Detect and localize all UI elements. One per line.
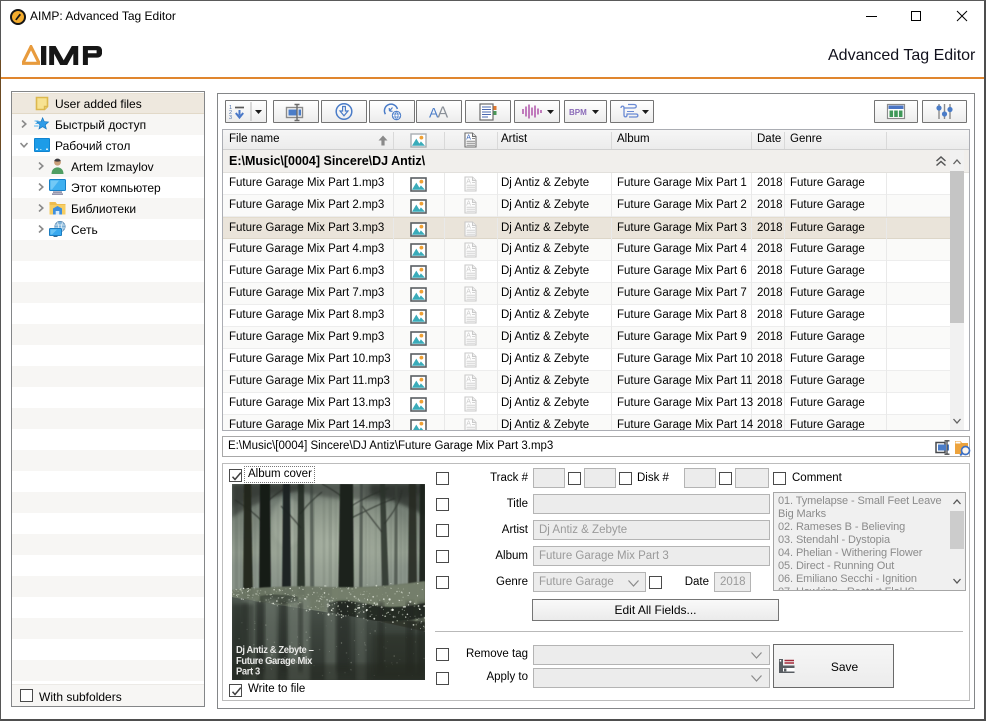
svg-text:3: 3 xyxy=(229,115,232,121)
svg-text:Future Garage Mix: Future Garage Mix xyxy=(236,656,313,667)
svg-text:BPM: BPM xyxy=(569,108,587,117)
svg-text:Dj Antiz & Zebyte –: Dj Antiz & Zebyte – xyxy=(236,645,314,656)
svg-text:Part 3: Part 3 xyxy=(236,666,260,677)
svg-text:A: A xyxy=(438,105,449,122)
